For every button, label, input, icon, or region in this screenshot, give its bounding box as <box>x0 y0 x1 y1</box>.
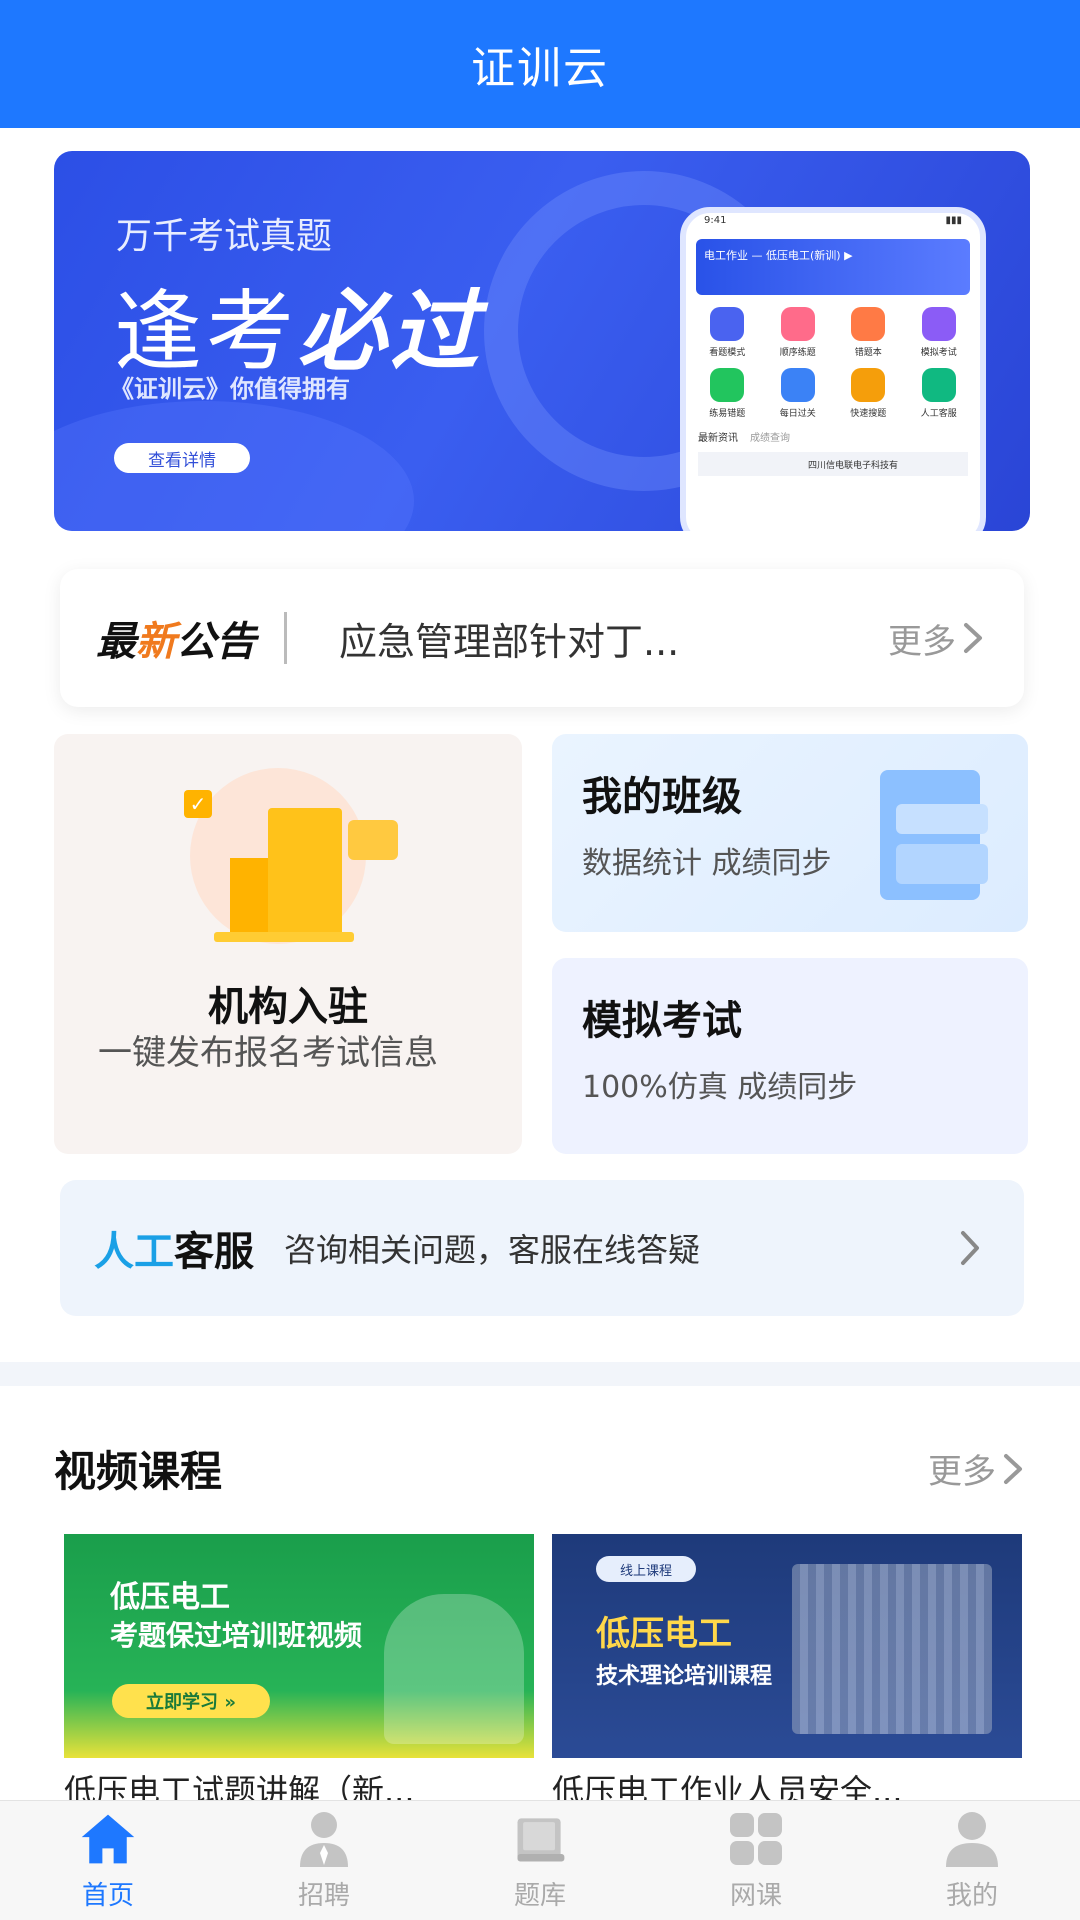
banner-subtitle: 万千考试真题 <box>116 216 333 257</box>
tab-mine[interactable]: 我的 <box>864 1801 1080 1920</box>
checkbox-icon: ✓ <box>184 790 212 818</box>
chevron-right-icon <box>964 623 982 653</box>
phone-feature-item: 模拟考试 <box>906 307 973 358</box>
phone-feature-item: 快速搜题 <box>835 368 902 419</box>
phone-feature-item: 看题模式 <box>694 307 761 358</box>
course-thumbnail[interactable]: 线上课程 低压电工 技术理论培训课程 <box>552 1534 1022 1758</box>
video-courses-more-link[interactable]: 更多 <box>928 1444 1024 1493</box>
phone-course-bar: 电工作业 — 低压电工(新训) ▶ <box>696 239 970 295</box>
video-courses-title: 视频课程 <box>54 1447 223 1496</box>
chevron-right-icon <box>1004 1453 1022 1484</box>
phone-news-item: 四川信电联电子科技有 <box>698 452 968 476</box>
course-thumb-title: 低压电工 <box>110 1580 230 1615</box>
phone-feature-item: 错题本 <box>835 307 902 358</box>
user-icon <box>942 1809 1002 1869</box>
tab-label: 首页 <box>81 1881 134 1911</box>
announcement-more-link[interactable]: 更多 <box>888 614 984 663</box>
document-icon-line <box>896 804 988 834</box>
my-class-title: 我的班级 <box>582 774 742 820</box>
phone-feature-item: 每日过关 <box>765 368 832 419</box>
tab-question-bank[interactable]: 题库 <box>432 1801 648 1920</box>
announcement-bar[interactable]: 最新公告 应急管理部针对丁... 更多 <box>60 569 1024 707</box>
tab-online-course[interactable]: 网课 <box>648 1801 864 1920</box>
phone-mockup: 9:41 ▮▮▮ 电工作业 — 低压电工(新训) ▶ 看题模式 顺序练题 错题本 … <box>680 207 986 531</box>
mock-exam-desc: 100%仿真 成绩同步 <box>582 1070 858 1105</box>
course-online-chip: 线上课程 <box>596 1556 696 1582</box>
phone-feature-grid: 看题模式 顺序练题 错题本 模拟考试 练易错题 每日过关 快速搜题 人工客服 <box>686 295 980 425</box>
announcement-tag: 最新公告 <box>96 619 256 665</box>
customer-service-bar[interactable]: 人工客服 咨询相关问题，客服在线答疑 <box>60 1180 1024 1316</box>
announcement-divider <box>284 612 287 664</box>
my-class-card[interactable]: 我的班级 数据统计 成绩同步 <box>552 734 1028 932</box>
customer-service-text: 咨询相关问题，客服在线答疑 <box>284 1231 701 1269</box>
document-icon-image <box>896 844 988 884</box>
tab-label: 我的 <box>945 1881 998 1911</box>
course-thumb-subtitle: 技术理论培训课程 <box>596 1664 773 1689</box>
course-thumbnail[interactable]: 低压电工 考题保过培训班视频 立即学习 » <box>64 1534 534 1758</box>
chevron-right-icon <box>961 1231 979 1265</box>
course-card[interactable]: 线上课程 低压电工 技术理论培训课程 低压电工作业人员安全... <box>552 1534 1022 1812</box>
id-card-icon <box>348 820 398 860</box>
course-thumb-decor <box>384 1594 524 1744</box>
tab-label: 网课 <box>729 1881 782 1911</box>
grid-icon <box>726 1809 786 1869</box>
mock-exam-card[interactable]: 模拟考试 100%仿真 成绩同步 <box>552 958 1028 1154</box>
my-class-desc: 数据统计 成绩同步 <box>582 846 832 881</box>
org-join-card[interactable]: ✓ 机构入驻 一键发布报名考试信息 <box>54 734 522 1154</box>
bottom-tab-bar: 首页 招聘 题库 网课 我的 <box>0 1800 1080 1920</box>
course-card[interactable]: 低压电工 考题保过培训班视频 立即学习 » 低压电工试题讲解（新... <box>64 1534 534 1812</box>
home-icon <box>78 1809 138 1869</box>
course-learn-button[interactable]: 立即学习 » <box>112 1684 270 1718</box>
phone-tabs: 最新资讯 成绩查询 <box>698 433 790 444</box>
person-tie-icon <box>294 1809 354 1869</box>
tab-label: 招聘 <box>297 1881 350 1911</box>
course-thumb-title: 低压电工 <box>596 1614 732 1654</box>
tab-label: 题库 <box>513 1881 566 1911</box>
building-base <box>214 932 354 942</box>
announcement-text[interactable]: 应急管理部针对丁... <box>339 611 888 666</box>
org-join-title: 机构入驻 <box>208 984 368 1030</box>
org-join-desc: 一键发布报名考试信息 <box>98 1033 438 1073</box>
promo-banner[interactable]: 万千考试真题 逢考必过 《证训云》你值得拥有 查看详情 9:41 ▮▮▮ 电工作业… <box>54 151 1030 531</box>
phone-feature-item: 练易错题 <box>694 368 761 419</box>
video-courses-header: 视频课程 更多 <box>54 1438 1024 1499</box>
building-icon <box>268 808 342 936</box>
phone-feature-item: 人工客服 <box>906 368 973 419</box>
tab-recruit[interactable]: 招聘 <box>216 1801 432 1920</box>
phone-status-bar: 9:41 ▮▮▮ <box>704 215 962 226</box>
app-header: 证训云 <box>0 0 1080 128</box>
course-thumb-subtitle: 考题保过培训班视频 <box>110 1619 363 1652</box>
customer-service-tag: 人工客服 <box>94 1229 254 1275</box>
phone-feature-item: 顺序练题 <box>765 307 832 358</box>
section-divider <box>0 1362 1080 1386</box>
mock-exam-title: 模拟考试 <box>582 998 742 1044</box>
tab-home[interactable]: 首页 <box>0 1801 216 1920</box>
app-title: 证训云 <box>471 43 609 94</box>
course-thumb-decor <box>792 1564 992 1734</box>
book-icon <box>510 1809 570 1869</box>
banner-details-button[interactable]: 查看详情 <box>114 443 250 473</box>
banner-slogan: 《证训云》你值得拥有 <box>110 375 350 403</box>
